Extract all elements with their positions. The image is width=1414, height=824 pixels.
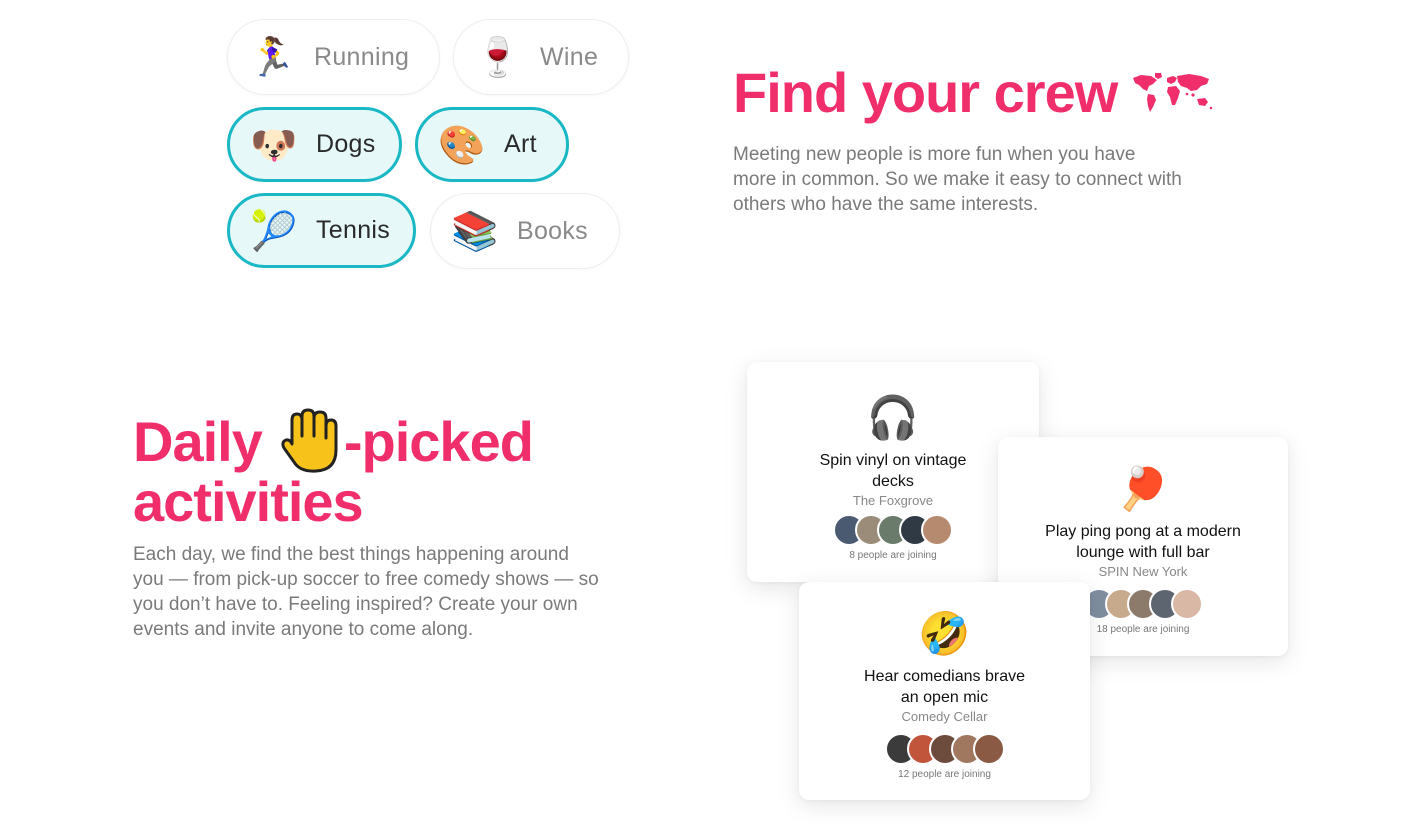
headphones-icon: 🎧 [866,393,920,442]
daily-activities-heading: Daily -picked activities [133,408,534,533]
interest-label: Running [314,42,410,71]
running-woman-icon: 🏃‍♀️ [248,35,296,79]
activity-title: Hear comedians brave an open mic [864,668,1025,706]
activity-venue: The Foxgrove [852,493,934,508]
wine-glass-icon: 🍷 [474,35,522,79]
avatar [1171,588,1203,620]
daily-title-part2: -picked [343,409,534,473]
find-your-crew-description: Meeting new people is more fun when you … [733,144,1182,215]
daily-activities-description: Each day, we find the best things happen… [133,544,599,640]
activity-card-vinyl[interactable]: 🎧 Spin vinyl on vintage decks The Foxgro… [747,362,1039,582]
interest-pill-books[interactable]: 📚 Books [430,193,620,269]
books-icon: 📚 [451,209,499,253]
find-your-crew-heading: Find your crew [733,60,1213,126]
activity-title: Play ping pong at a modern lounge with f… [1045,523,1241,561]
activity-venue: Comedy Cellar [901,709,988,724]
interest-pill-art[interactable]: 🎨 Art [415,107,569,182]
dog-face-icon: 🐶 [250,122,298,167]
interest-label: Tennis [316,216,391,244]
activity-venue: SPIN New York [1098,564,1188,579]
avatar [921,514,953,546]
rolling-laughing-face-icon: 🤣 [918,609,971,658]
avatar [972,733,1005,765]
attendee-avatars [799,733,1090,765]
world-map-icon [1133,73,1213,112]
activity-title: Spin vinyl on vintage decks [819,452,967,490]
interest-label: Dogs [316,130,376,158]
interest-pill-tennis[interactable]: 🎾 Tennis [227,193,416,268]
daily-title-part1: Daily [133,409,263,473]
interest-label: Wine [540,42,599,71]
joining-count: 12 people are joining [898,769,991,780]
find-your-crew-title: Find your crew [733,61,1118,124]
interest-label: Books [517,216,588,245]
interest-pill-wine[interactable]: 🍷 Wine [453,19,629,95]
activity-card-comedy[interactable]: 🤣 Hear comedians brave an open mic Comed… [799,582,1090,800]
interest-pill-running[interactable]: 🏃‍♀️ Running [227,19,440,95]
interest-pill-dogs[interactable]: 🐶 Dogs [227,107,402,182]
raised-hand-icon [281,408,338,473]
joining-count: 8 people are joining [849,550,937,561]
ping-pong-icon: 🏓 [1116,464,1170,513]
artist-palette-icon: 🎨 [438,122,486,167]
tennis-ball-icon: 🎾 [250,208,298,253]
daily-title-line2: activities [133,470,364,533]
attendee-avatars [747,514,1039,546]
interest-label: Art [504,130,537,158]
